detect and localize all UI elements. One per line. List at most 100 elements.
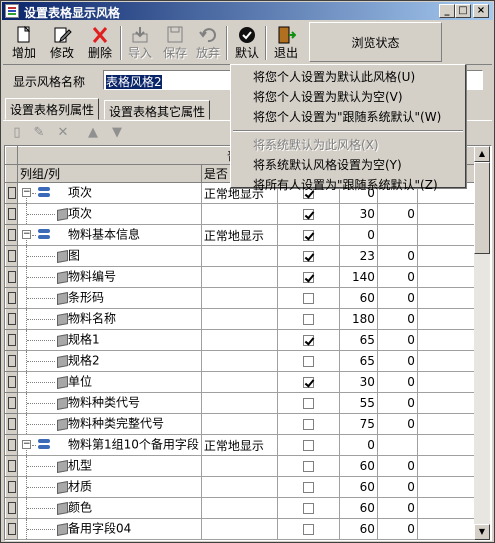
maximize-button[interactable]: □ [455, 4, 471, 18]
visible-checkbox[interactable] [302, 524, 314, 535]
row-mode-cell[interactable] [201, 539, 278, 540]
add-button[interactable]: 增加 [5, 24, 43, 62]
collapse-toggle-icon[interactable]: − [22, 440, 31, 449]
row-mode-cell[interactable]: 正常地显示 [201, 224, 278, 246]
grid-row[interactable]: 备用字段056001 [5, 539, 485, 540]
visible-checkbox[interactable] [302, 356, 314, 367]
row-width-cell[interactable]: 75 [339, 413, 378, 435]
row-mode-cell[interactable] [201, 287, 278, 309]
row-c4-cell[interactable]: 0 [377, 350, 418, 372]
row-c4-cell[interactable]: 0 [377, 413, 418, 435]
grid-row[interactable]: 图2301 [5, 245, 485, 267]
row-visible-cell[interactable] [277, 497, 340, 519]
row-mode-cell[interactable]: 正常地显示 [201, 434, 278, 456]
row-mode-cell[interactable] [201, 455, 278, 477]
visible-checkbox[interactable] [302, 230, 314, 241]
row-c4-cell[interactable]: 0 [377, 455, 418, 477]
collapse-toggle-icon[interactable]: − [22, 230, 31, 239]
row-width-cell[interactable]: 60 [339, 539, 378, 540]
visible-checkbox[interactable] [302, 482, 314, 493]
row-mode-cell[interactable] [201, 308, 278, 330]
row-mode-cell[interactable] [201, 266, 278, 288]
row-name-cell[interactable]: 材质 [17, 476, 202, 498]
minimize-button[interactable]: _ [439, 4, 455, 18]
vertical-scrollbar[interactable]: ▲ ▼ [474, 146, 490, 540]
row-mode-cell[interactable] [201, 329, 278, 351]
row-width-cell[interactable]: 60 [339, 455, 378, 477]
grid-row[interactable]: 项次3001 [5, 203, 485, 225]
row-c4-cell[interactable]: 0 [377, 392, 418, 414]
grid-row[interactable]: 规格26501 [5, 350, 485, 372]
row-c4-cell[interactable]: 0 [377, 245, 418, 267]
row-name-cell[interactable]: 物料种类代号 [17, 392, 202, 414]
row-width-cell[interactable]: 0 [339, 224, 378, 246]
row-visible-cell[interactable] [277, 413, 340, 435]
row-c4-cell[interactable]: 0 [377, 476, 418, 498]
row-visible-cell[interactable] [277, 308, 340, 330]
row-width-cell[interactable]: 30 [339, 203, 378, 225]
visible-checkbox[interactable] [302, 272, 314, 283]
row-name-cell[interactable]: − 物料第1组10个备用字段 [17, 434, 202, 456]
row-width-cell[interactable]: 65 [339, 329, 378, 351]
row-indicator[interactable] [5, 308, 18, 330]
row-name-cell[interactable]: 物料种类完整代号 [17, 413, 202, 435]
row-visible-cell[interactable] [277, 203, 340, 225]
row-indicator[interactable] [5, 434, 18, 456]
close-button[interactable]: × [473, 4, 489, 18]
row-indicator[interactable] [5, 476, 18, 498]
row-indicator[interactable] [5, 455, 18, 477]
row-name-cell[interactable]: 物料名称 [17, 308, 202, 330]
menu-item[interactable]: 将您个人设置为默认为空(V) [231, 87, 465, 107]
row-visible-cell[interactable] [277, 518, 340, 540]
row-width-cell[interactable]: 55 [339, 392, 378, 414]
visible-checkbox[interactable] [302, 335, 314, 346]
row-mode-cell[interactable] [201, 245, 278, 267]
row-width-cell[interactable]: 60 [339, 287, 378, 309]
row-visible-cell[interactable] [277, 392, 340, 414]
row-mode-cell[interactable] [201, 371, 278, 393]
row-mode-cell[interactable] [201, 413, 278, 435]
row-c4-cell[interactable]: 0 [377, 371, 418, 393]
menu-item[interactable]: 将您个人设置为默认此风格(U) [231, 67, 465, 87]
row-visible-cell[interactable] [277, 224, 340, 246]
row-width-cell[interactable]: 65 [339, 350, 378, 372]
tab-other-properties[interactable]: 设置表格其它属性 [104, 100, 211, 120]
row-name-cell[interactable]: 机型 [17, 455, 202, 477]
grid-row[interactable]: 物料名称18001 [5, 308, 485, 330]
row-indicator[interactable] [5, 245, 18, 267]
grid-row[interactable]: 物料种类完整代号7501 [5, 413, 485, 435]
row-indicator[interactable] [5, 224, 18, 246]
row-visible-cell[interactable] [277, 476, 340, 498]
row-mode-cell[interactable] [201, 476, 278, 498]
grid-row[interactable]: 物料种类代号5501 [5, 392, 485, 414]
row-c4-cell[interactable] [377, 224, 418, 246]
visible-checkbox[interactable] [302, 377, 314, 388]
tab-column-properties[interactable]: 设置表格列属性 [5, 98, 100, 120]
row-visible-cell[interactable] [277, 434, 340, 456]
row-indicator[interactable] [5, 413, 18, 435]
grid-group-row[interactable]: − 物料第1组10个备用字段 正常地显示 0 [5, 434, 485, 456]
visible-checkbox[interactable] [302, 209, 314, 220]
row-name-cell[interactable]: 规格1 [17, 329, 202, 351]
scroll-thumb[interactable] [474, 162, 490, 254]
row-indicator[interactable] [5, 371, 18, 393]
scroll-up-arrow[interactable]: ▲ [474, 146, 490, 162]
exit-button[interactable]: 退出 [267, 24, 305, 62]
row-width-cell[interactable]: 30 [339, 371, 378, 393]
row-indicator[interactable] [5, 182, 18, 204]
move-down-icon[interactable]: ▼ [109, 125, 125, 141]
row-c4-cell[interactable]: 0 [377, 497, 418, 519]
row-mode-cell[interactable] [201, 497, 278, 519]
menu-item[interactable]: 将您个人设置为"跟随系统默认"(W) [231, 107, 465, 127]
grid-row[interactable]: 材质6001 [5, 476, 485, 498]
row-indicator[interactable] [5, 392, 18, 414]
row-indicator[interactable] [5, 266, 18, 288]
row-width-cell[interactable]: 180 [339, 308, 378, 330]
visible-checkbox[interactable] [302, 461, 314, 472]
row-width-cell[interactable]: 23 [339, 245, 378, 267]
row-indicator[interactable] [5, 539, 18, 540]
row-mode-cell[interactable] [201, 203, 278, 225]
visible-checkbox[interactable] [302, 503, 314, 514]
import-button[interactable]: 导入 [121, 24, 159, 62]
row-visible-cell[interactable] [277, 329, 340, 351]
